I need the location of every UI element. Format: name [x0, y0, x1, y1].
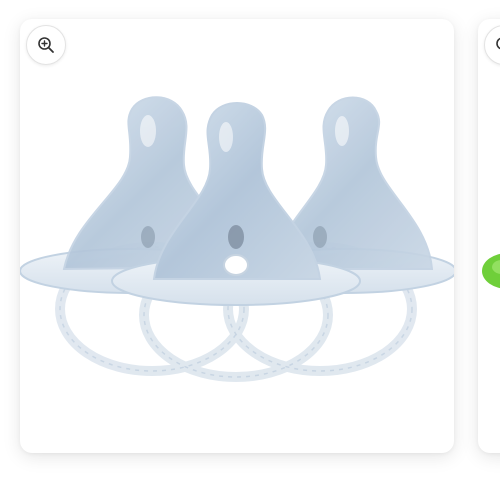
zoom-in-icon: [496, 37, 500, 50]
zoom-button[interactable]: [26, 25, 66, 65]
zoom-in-icon: [38, 37, 54, 53]
product-image[interactable]: [20, 19, 454, 453]
product-gallery: [0, 0, 500, 500]
product-image-card[interactable]: [20, 19, 454, 453]
next-product-image[interactable]: [478, 19, 500, 453]
next-product-image-card[interactable]: [478, 19, 500, 453]
